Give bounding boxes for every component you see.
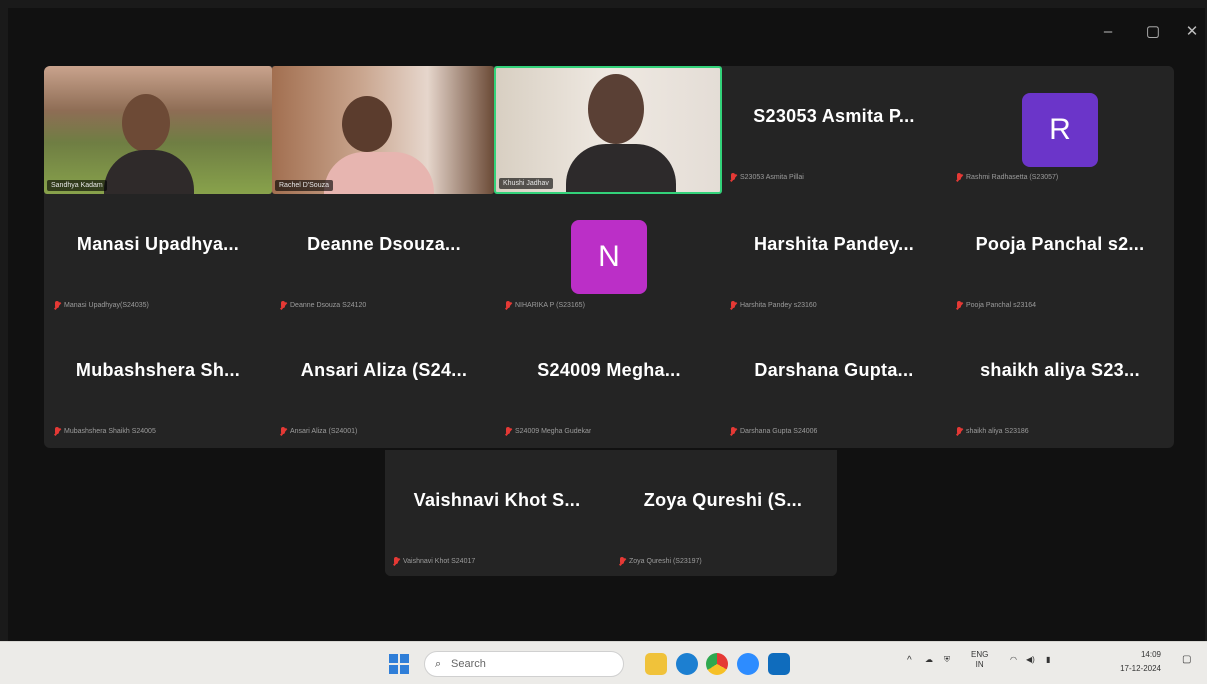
participant-tile[interactable]: Zoya Qureshi (S... Zoya Qureshi (S23197) — [611, 450, 835, 576]
participant-name-label: Rachel D'Souza — [275, 180, 333, 191]
search-placeholder: Search — [451, 658, 486, 670]
participant-subtitle: NIHARIKA P (S23165) — [505, 299, 585, 312]
participant-subtitle: Vaishnavi Khot S24017 — [393, 555, 475, 568]
battery-icon[interactable]: ▮ — [1046, 655, 1050, 664]
participant-display-name: Manasi Upadhya... — [76, 234, 240, 254]
participant-subtitle: Harshita Pandey s23160 — [730, 299, 817, 312]
participant-display-name: Vaishnavi Khot S... — [413, 490, 581, 510]
participant-video — [342, 96, 392, 152]
participant-tile[interactable]: Vaishnavi Khot S... Vaishnavi Khot S2401… — [385, 450, 609, 576]
zoom-meeting-window: – ▢ ✕ Sandhya Kadam Rachel D'Souza Khush… — [8, 8, 1205, 641]
gallery-view: Sandhya Kadam Rachel D'Souza Khushi Jadh… — [44, 66, 1174, 448]
participant-name-label: Khushi Jadhav — [499, 178, 553, 189]
close-button[interactable]: ✕ — [1180, 22, 1204, 42]
search-icon: ⌕ — [435, 658, 442, 670]
security-icon[interactable]: ⛨ — [944, 655, 950, 665]
muted-mic-icon — [54, 427, 60, 436]
muted-mic-icon — [280, 427, 286, 436]
participant-avatar: N — [571, 220, 647, 294]
participant-display-name: S23053 Asmita P... — [753, 106, 915, 126]
muted-mic-icon — [956, 173, 962, 182]
taskbar-search-box[interactable]: ⌕ Search — [424, 651, 624, 677]
participant-tile[interactable]: S23053 Asmita P... S23053 Asmita Pillai — [722, 66, 946, 192]
windows-taskbar: ⌕ Search ^ ☁ ⛨ ENG IN ◠ ◀) ▮ 14:09 17-12… — [0, 641, 1207, 684]
participant-tile[interactable]: Ansari Aliza (S24... Ansari Aliza (S2400… — [272, 320, 496, 446]
zoom-icon[interactable] — [737, 653, 759, 675]
minimize-button[interactable]: – — [1096, 22, 1120, 42]
taskbar-clock[interactable]: 14:09 17-12-2024 — [1111, 648, 1161, 676]
participant-subtitle: S23053 Asmita Pillai — [730, 171, 804, 184]
video-tile[interactable]: Sandhya Kadam — [44, 66, 272, 194]
chrome-icon[interactable] — [706, 653, 728, 675]
participant-display-name: Darshana Gupta... — [754, 360, 914, 380]
start-button[interactable] — [388, 653, 410, 675]
participant-tile[interactable]: shaikh aliya S23... shaikh aliya S23186 — [948, 320, 1172, 446]
wifi-icon[interactable]: ◠ — [1010, 655, 1017, 664]
muted-mic-icon — [956, 301, 962, 310]
muted-mic-icon — [730, 173, 736, 182]
participant-tile[interactable]: S24009 Megha... S24009 Megha Gudekar — [497, 320, 721, 446]
muted-mic-icon — [956, 427, 962, 436]
muted-mic-icon — [730, 301, 736, 310]
participant-subtitle: shaikh aliya S23186 — [956, 425, 1029, 438]
active-speaker-video-tile[interactable]: Khushi Jadhav — [494, 66, 722, 194]
participant-subtitle: Darshana Gupta S24006 — [730, 425, 817, 438]
participant-video — [122, 94, 170, 152]
file-explorer-icon[interactable] — [645, 653, 667, 675]
participant-tile[interactable]: Pooja Panchal s2... Pooja Panchal s23164 — [948, 194, 1172, 320]
participant-display-name: Mubashshera Sh... — [75, 360, 241, 380]
show-hidden-icons-chevron[interactable]: ^ — [907, 655, 912, 666]
participant-tile[interactable]: Mubashshera Sh... Mubashshera Shaikh S24… — [46, 320, 270, 446]
maximize-button[interactable]: ▢ — [1141, 22, 1165, 42]
participant-name-label: Sandhya Kadam — [47, 180, 107, 191]
muted-mic-icon — [730, 427, 736, 436]
participant-display-name: S24009 Megha... — [537, 360, 681, 380]
participant-subtitle: Mubashshera Shaikh S24005 — [54, 425, 156, 438]
onedrive-icon[interactable]: ☁ — [925, 655, 933, 664]
muted-mic-icon — [54, 301, 60, 310]
participant-subtitle: Deanne Dsouza S24120 — [280, 299, 366, 312]
notification-icon[interactable]: ▢ — [1182, 654, 1191, 665]
participant-subtitle: S24009 Megha Gudekar — [505, 425, 591, 438]
participant-tile[interactable]: Deanne Dsouza... Deanne Dsouza S24120 — [272, 194, 496, 320]
participant-display-name: Pooja Panchal s2... — [975, 234, 1145, 254]
participant-subtitle: Pooja Panchal s23164 — [956, 299, 1036, 312]
volume-icon[interactable]: ◀) — [1026, 655, 1035, 664]
participant-display-name: Zoya Qureshi (S... — [643, 490, 803, 510]
participant-display-name: Harshita Pandey... — [753, 234, 915, 254]
muted-mic-icon — [505, 301, 511, 310]
participant-subtitle: Manasi Upadhyay(S24035) — [54, 299, 149, 312]
video-tile[interactable]: Rachel D'Souza — [272, 66, 494, 194]
participant-tile[interactable]: Harshita Pandey... Harshita Pandey s2316… — [722, 194, 946, 320]
participant-tile[interactable]: N NIHARIKA P (S23165) — [497, 194, 721, 320]
participant-display-name: Ansari Aliza (S24... — [300, 360, 468, 380]
participant-tile[interactable]: R Rashmi Radhasetta (S23057) — [948, 66, 1172, 192]
muted-mic-icon — [619, 557, 625, 566]
participant-subtitle: Rashmi Radhasetta (S23057) — [956, 171, 1058, 184]
muted-mic-icon — [505, 427, 511, 436]
gallery-overflow-row: Vaishnavi Khot S... Vaishnavi Khot S2401… — [385, 450, 837, 576]
participant-subtitle: Ansari Aliza (S24001) — [280, 425, 357, 438]
participant-display-name: shaikh aliya S23... — [980, 360, 1140, 380]
participant-tile[interactable]: Darshana Gupta... Darshana Gupta S24006 — [722, 320, 946, 446]
outlook-icon[interactable] — [768, 653, 790, 675]
muted-mic-icon — [393, 557, 399, 566]
participant-tile[interactable]: Manasi Upadhya... Manasi Upadhyay(S24035… — [46, 194, 270, 320]
language-indicator[interactable]: ENG IN — [971, 650, 988, 670]
muted-mic-icon — [280, 301, 286, 310]
edge-icon[interactable] — [676, 653, 698, 675]
participant-avatar: R — [1022, 93, 1098, 167]
participant-subtitle: Zoya Qureshi (S23197) — [619, 555, 702, 568]
participant-display-name: Deanne Dsouza... — [307, 234, 461, 254]
participant-video — [588, 74, 644, 144]
